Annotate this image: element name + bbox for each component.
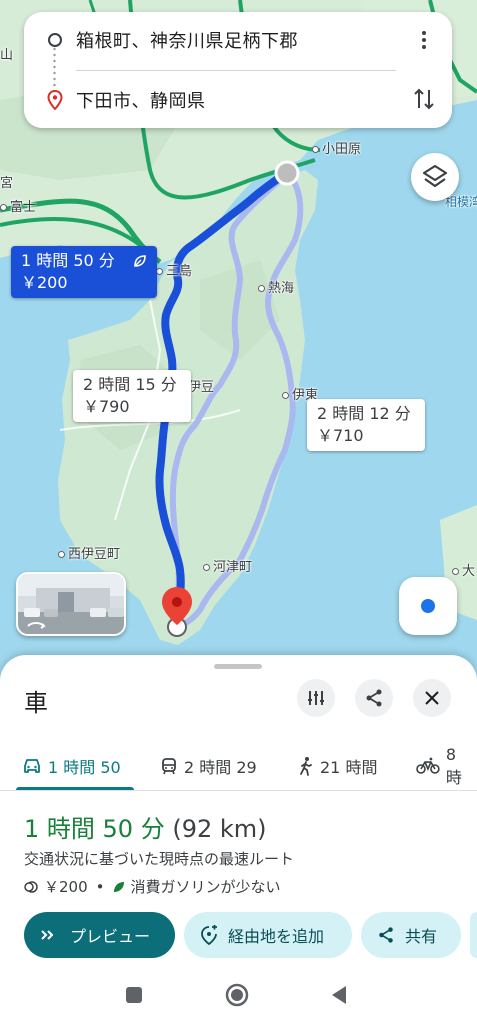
directions-card: 箱根町、神奈川県足柄下郡 下田市、静岡県: [24, 12, 452, 128]
share-label: 共有: [405, 927, 438, 946]
street-view-thumbnail[interactable]: [16, 572, 126, 636]
origin-field[interactable]: 箱根町、神奈川県足柄下郡: [76, 27, 298, 53]
active-tab-indicator: [16, 787, 134, 790]
place-fuji: 富士: [0, 196, 36, 215]
more-vert-icon[interactable]: [412, 28, 436, 52]
share-route-button[interactable]: [355, 679, 393, 717]
route-toll-main: ￥200: [44, 878, 88, 896]
route-distance: (92 km): [172, 815, 267, 843]
home-icon[interactable]: [225, 983, 249, 1007]
route-toll: ￥790: [83, 397, 130, 416]
close-button[interactable]: [413, 679, 451, 717]
share-icon: [366, 689, 382, 707]
route-toll: ￥710: [317, 426, 364, 445]
place-kawazu[interactable]: 河津町: [203, 556, 252, 575]
place-izu[interactable]: 伊豆: [188, 376, 214, 395]
tune-icon: [308, 691, 324, 705]
drag-handle[interactable]: [214, 664, 262, 669]
place-odawara[interactable]: 小田原: [312, 138, 361, 157]
toll-icon: [24, 880, 38, 893]
layers-button[interactable]: [411, 153, 459, 201]
destination-pin-icon[interactable]: [160, 585, 194, 637]
route-duration-main: 1 時間 50 分: [24, 815, 165, 843]
share-button[interactable]: 共有: [361, 912, 461, 958]
divider: [76, 70, 396, 71]
route-label-alt-2[interactable]: 2 時間 12 分 ￥710: [307, 399, 425, 451]
double-chevron-icon: [41, 930, 54, 940]
origin-circle-icon: [48, 33, 62, 47]
street-view-image: [18, 574, 124, 634]
route-meta: ￥200 • 消費ガソリンが少ない: [24, 876, 281, 897]
meta-separator: •: [95, 877, 105, 896]
preview-button[interactable]: プレビュー: [24, 912, 175, 958]
system-nav-bar: [0, 966, 477, 1024]
add-stop-button[interactable]: 経由地を追加: [184, 912, 352, 958]
place-miya: 宮: [0, 176, 14, 191]
add-stop-label: 経由地を追加: [228, 927, 325, 946]
my-location-button[interactable]: [399, 577, 457, 635]
tab-bike-label: 8 時: [445, 744, 462, 787]
origin-row[interactable]: 箱根町、神奈川県足柄下郡: [24, 12, 452, 68]
place-yama: 山: [0, 48, 14, 63]
tab-walk-label: 21 時間: [320, 758, 378, 777]
add-location-icon: [201, 925, 217, 945]
travel-mode-tabs: 1 時間 50 2 時間 29 21 時間 8 時: [0, 741, 477, 791]
route-duration: 2 時間 15 分: [83, 375, 177, 394]
eco-leaf-icon: [134, 255, 146, 267]
route-toll: ￥200: [21, 273, 68, 292]
route-duration: 1 時間 50 分: [21, 251, 115, 270]
place-nishiizu[interactable]: 西伊豆町: [58, 543, 120, 562]
tab-transit[interactable]: 2 時間 29: [160, 741, 257, 791]
swap-icon[interactable]: [412, 86, 436, 112]
tab-drive-label: 1 時間 50: [48, 758, 121, 777]
map-view[interactable]: 小田原 三島 熱海 伊豆 伊東 西伊豆町 河津町 相模湾 宮 富士 山 大 1 …: [0, 0, 477, 690]
tab-transit-label: 2 時間 29: [184, 758, 257, 777]
car-icon: [24, 759, 40, 773]
route-label-alt-1[interactable]: 2 時間 15 分 ￥790: [73, 370, 191, 422]
tab-walk[interactable]: 21 時間: [298, 741, 377, 791]
destination-pin-small-icon: [47, 90, 63, 110]
preview-label: プレビュー: [70, 927, 151, 946]
route-label-primary[interactable]: 1 時間 50 分 ￥200: [11, 246, 157, 298]
eco-label: 消費ガソリンが少ない: [130, 878, 281, 896]
route-duration: 2 時間 12 分: [317, 404, 411, 423]
route-options-button[interactable]: [297, 679, 335, 717]
place-atami[interactable]: 熱海: [258, 277, 294, 296]
close-icon: [425, 691, 439, 705]
tab-drive[interactable]: 1 時間 50: [22, 741, 121, 791]
place-mishima[interactable]: 三島: [156, 260, 192, 279]
sheet-title: 車: [24, 689, 48, 717]
recent-apps-icon[interactable]: [125, 986, 143, 1004]
my-location-icon: [421, 599, 435, 613]
tab-bike[interactable]: 8 時: [416, 741, 477, 791]
route-description: 交通状況に基づいた現時点の最速ルート: [24, 850, 295, 868]
destination-field[interactable]: 下田市、静岡県: [76, 87, 206, 113]
share-icon: [379, 927, 393, 943]
transit-icon: [162, 758, 176, 775]
route-summary: 1 時間 50 分 (92 km): [24, 809, 267, 844]
eco-leaf-icon: [113, 881, 124, 892]
back-icon[interactable]: [330, 985, 348, 1005]
layers-icon: [422, 164, 448, 188]
destination-row[interactable]: 下田市、静岡県: [24, 72, 452, 128]
walk-icon: [300, 757, 312, 776]
more-actions-button[interactable]: [470, 912, 477, 958]
bike-icon: [416, 757, 440, 774]
